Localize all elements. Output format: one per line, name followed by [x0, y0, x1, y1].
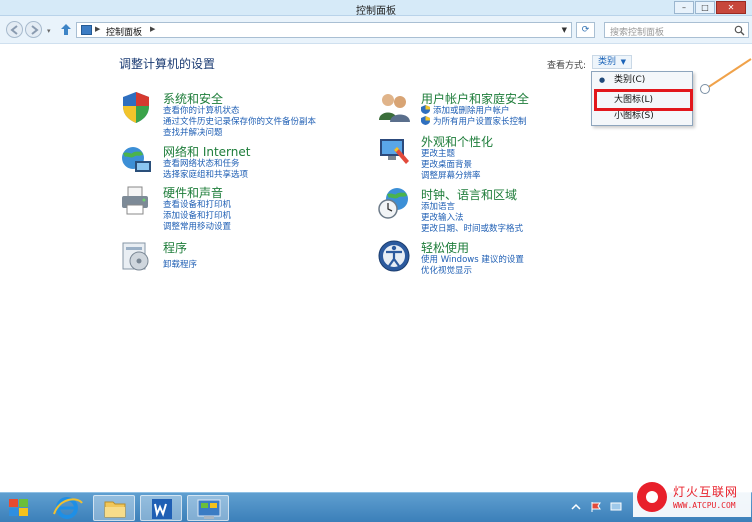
back-arrow-icon: [10, 25, 18, 35]
folder-icon: [104, 501, 126, 518]
users-icon[interactable]: [377, 90, 411, 124]
navigation-bar: ▾ ▶ 控制面板 ▶ ▼ ⟳ 搜索控制面板: [0, 16, 752, 44]
link-mobility-settings[interactable]: 调整常用移动设置: [163, 220, 231, 232]
clock-globe-icon[interactable]: [377, 186, 411, 220]
link-homegroup-sharing[interactable]: 选择家庭组和共享选项: [163, 168, 248, 180]
action-center-flag-icon[interactable]: [590, 501, 602, 513]
annotation-arrow: [700, 58, 752, 94]
search-input[interactable]: 搜索控制面板: [604, 22, 749, 38]
breadcrumb-control-panel[interactable]: 控制面板: [106, 25, 142, 38]
highlight-box: [594, 89, 693, 111]
view-by-dropdown[interactable]: 类别 ▼: [592, 55, 632, 69]
menu-item-small-icons[interactable]: 小图标(S): [592, 109, 692, 124]
shield-icon[interactable]: [119, 90, 153, 124]
link-text: 为所有用户设置家长控制: [433, 117, 527, 127]
watermark-url: WWW.ATCPU.COM: [673, 501, 736, 510]
internet-explorer-icon: [53, 497, 83, 519]
system-tray: [570, 501, 622, 515]
forward-button[interactable]: [25, 21, 42, 38]
view-by-label: 查看方式:: [547, 61, 587, 71]
view-by-value: 类别: [598, 57, 617, 67]
menu-item-label: 类别(C): [614, 75, 646, 85]
link-find-fix-problems[interactable]: 查找并解决问题: [163, 126, 223, 138]
up-arrow-icon[interactable]: [60, 23, 72, 36]
show-hidden-icons-icon[interactable]: [570, 501, 582, 513]
watermark-name: 灯火互联网: [673, 485, 739, 499]
search-icon[interactable]: [734, 25, 745, 36]
uac-shield-icon: [421, 116, 430, 125]
title-bar: 控制面板 – □ ✕: [0, 0, 752, 17]
chevron-down-icon: ▼: [620, 58, 626, 66]
watermark-logo-icon: [637, 482, 667, 512]
control-panel-icon: [197, 499, 221, 519]
word-icon: [152, 499, 172, 519]
search-placeholder: 搜索控制面板: [610, 28, 665, 38]
forward-arrow-icon: [31, 25, 39, 35]
menu-item-label: 小图标(S): [614, 111, 654, 121]
start-button-icon[interactable]: [5, 496, 33, 520]
window-controls: – □ ✕: [674, 1, 746, 14]
radio-selected-icon: ●: [599, 76, 606, 84]
uac-shield-icon: [421, 105, 430, 114]
taskbar-control-panel[interactable]: [187, 495, 229, 521]
taskbar-file-explorer[interactable]: [93, 495, 135, 521]
address-dropdown-icon[interactable]: ▼: [562, 26, 567, 34]
link-uninstall-program[interactable]: 卸载程序: [163, 258, 197, 270]
page-title: 调整计算机的设置: [119, 57, 216, 71]
breadcrumb-arrow-icon[interactable]: ▶: [150, 25, 155, 33]
link-screen-resolution[interactable]: 调整屏幕分辨率: [421, 169, 481, 181]
back-button[interactable]: [6, 21, 23, 38]
minimize-button[interactable]: –: [674, 1, 694, 14]
network-globe-icon[interactable]: [119, 143, 153, 177]
programs-icon[interactable]: [119, 239, 153, 273]
printer-icon[interactable]: [119, 184, 153, 218]
breadcrumb-arrow-icon[interactable]: ▶: [95, 25, 100, 33]
ease-of-access-icon[interactable]: [377, 239, 411, 273]
link-change-date-time-format[interactable]: 更改日期、时间或数字格式: [421, 222, 523, 234]
close-button[interactable]: ✕: [716, 1, 746, 14]
maximize-button[interactable]: □: [695, 1, 715, 14]
link-optimize-visual-display[interactable]: 优化视觉显示: [421, 264, 472, 276]
taskbar-word[interactable]: [140, 495, 182, 521]
refresh-button[interactable]: ⟳: [576, 22, 595, 38]
link-parental-controls[interactable]: 为所有用户设置家长控制: [421, 115, 527, 127]
taskbar-ie[interactable]: [46, 495, 88, 521]
network-icon[interactable]: [610, 501, 622, 513]
appearance-icon[interactable]: [377, 133, 411, 167]
menu-item-category[interactable]: ● 类别(C): [592, 73, 692, 88]
watermark: 灯火互联网 WWW.ATCPU.COM: [633, 477, 751, 517]
recent-locations-dropdown[interactable]: ▾: [47, 27, 51, 35]
address-bar[interactable]: ▶ 控制面板 ▶ ▼: [76, 22, 572, 38]
window-title: 控制面板: [356, 6, 396, 17]
category-title[interactable]: 程序: [163, 239, 187, 256]
control-panel-icon: [81, 25, 92, 35]
